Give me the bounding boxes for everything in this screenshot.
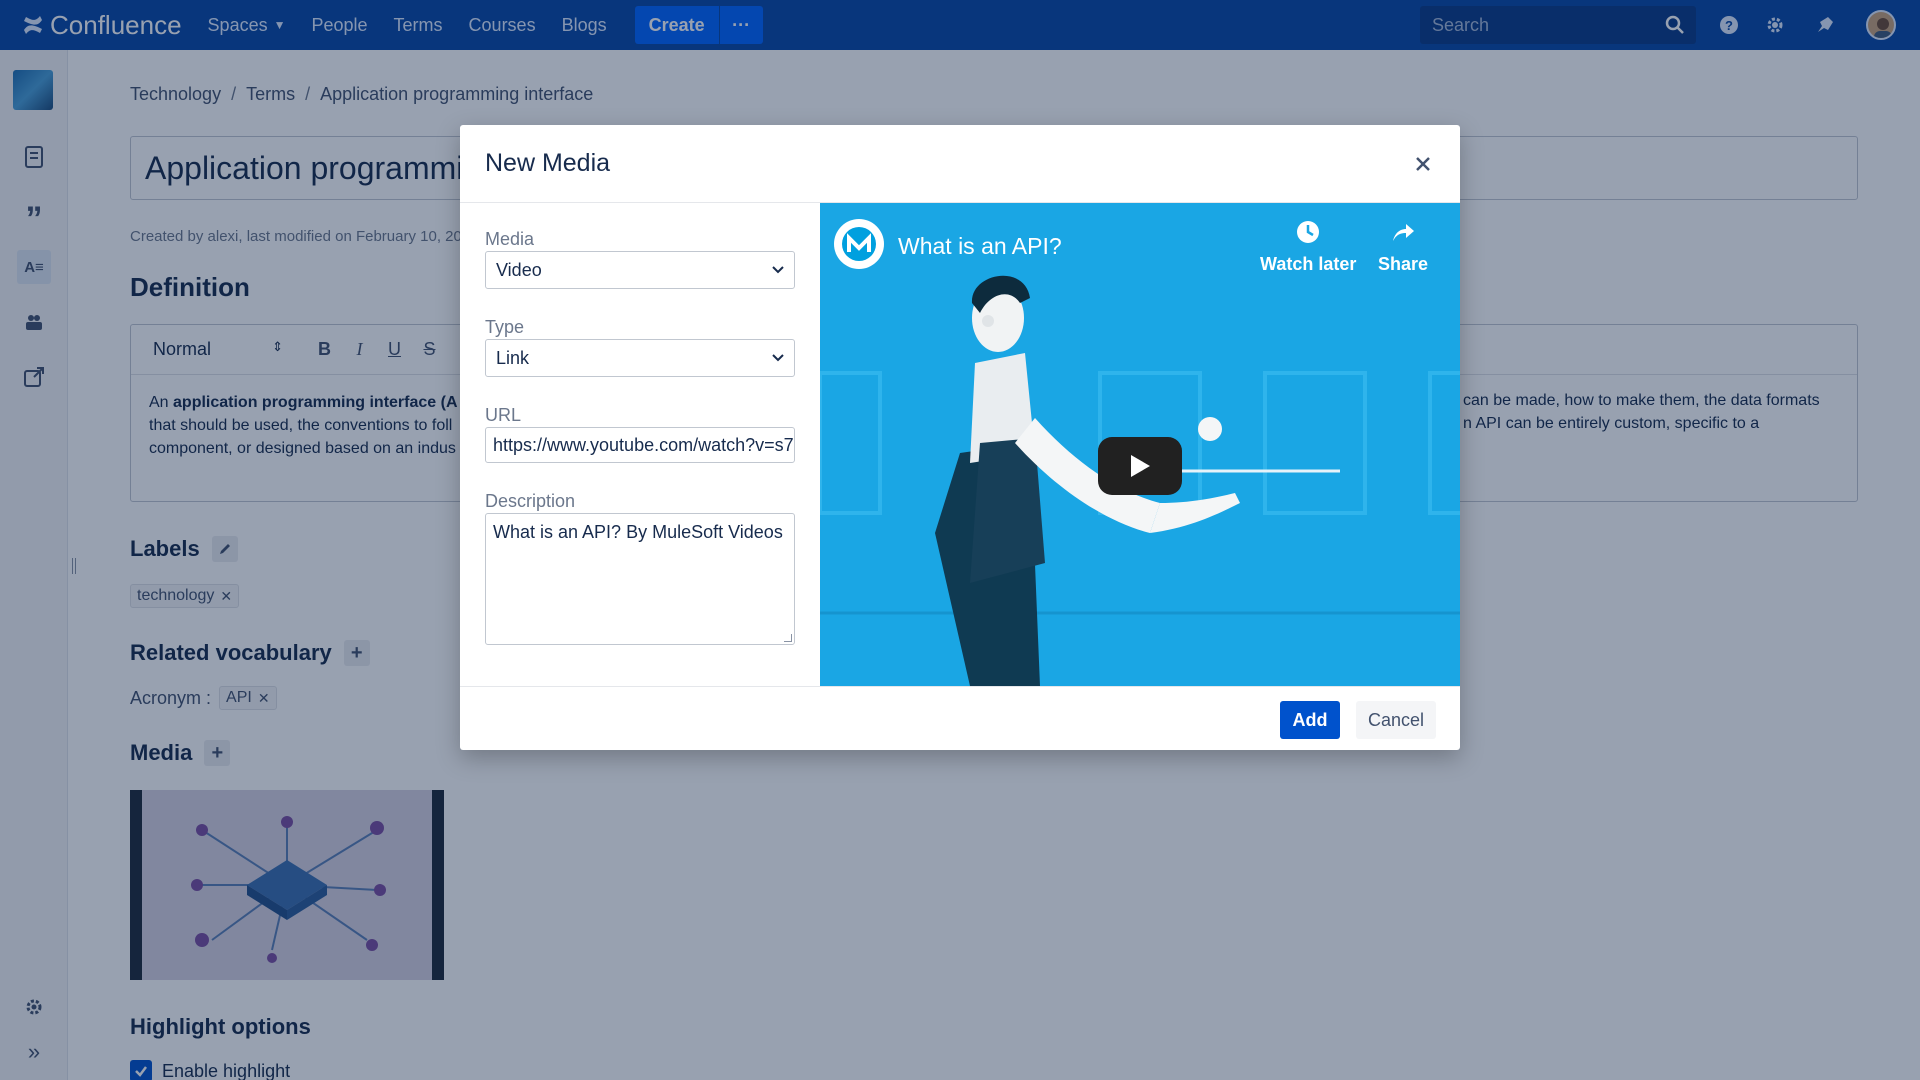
dialog-title: New Media bbox=[485, 149, 611, 177]
play-button[interactable] bbox=[1098, 437, 1182, 495]
video-preview[interactable]: What is an API? Watch later Share bbox=[820, 203, 1460, 686]
mulesoft-logo-icon[interactable] bbox=[834, 219, 884, 269]
type-label: Type bbox=[485, 317, 525, 337]
close-icon[interactable] bbox=[1412, 153, 1434, 175]
chevron-down-icon bbox=[772, 354, 784, 362]
media-select[interactable]: Video bbox=[485, 251, 795, 289]
dialog-footer: Add Cancel bbox=[460, 686, 1460, 750]
watch-later-label: Watch later bbox=[1260, 254, 1357, 274]
type-select[interactable]: Link bbox=[485, 339, 795, 377]
video-title[interactable]: What is an API? bbox=[898, 233, 1062, 260]
type-select-value: Link bbox=[496, 347, 530, 368]
description-label: Description bbox=[485, 491, 576, 511]
description-textarea[interactable]: What is an API? By MuleSoft Videos bbox=[485, 513, 795, 645]
cancel-button[interactable]: Cancel bbox=[1356, 701, 1436, 739]
clock-icon bbox=[1297, 221, 1320, 243]
dialog-body: Media Video Type Link URL https://www.yo… bbox=[460, 203, 1460, 686]
url-input[interactable]: https://www.youtube.com/watch?v=s7 bbox=[485, 427, 795, 463]
share-label: Share bbox=[1378, 254, 1429, 274]
new-media-dialog: New Media Media Video Type Link URL http… bbox=[460, 125, 1460, 750]
media-select-value: Video bbox=[496, 259, 542, 280]
watch-later-control[interactable]: Watch later bbox=[1260, 219, 1356, 275]
media-label: Media bbox=[485, 229, 535, 249]
play-icon bbox=[1131, 455, 1150, 477]
resize-grip-icon[interactable] bbox=[784, 634, 792, 642]
share-icon bbox=[1393, 224, 1415, 241]
dialog-header: New Media bbox=[460, 125, 1460, 203]
share-control[interactable]: Share bbox=[1378, 219, 1428, 275]
media-form: Media Video Type Link URL https://www.yo… bbox=[485, 203, 805, 645]
add-button[interactable]: Add bbox=[1280, 701, 1340, 739]
chevron-down-icon bbox=[772, 266, 784, 274]
description-text: What is an API? By MuleSoft Videos bbox=[493, 522, 783, 542]
url-label: URL bbox=[485, 405, 522, 425]
